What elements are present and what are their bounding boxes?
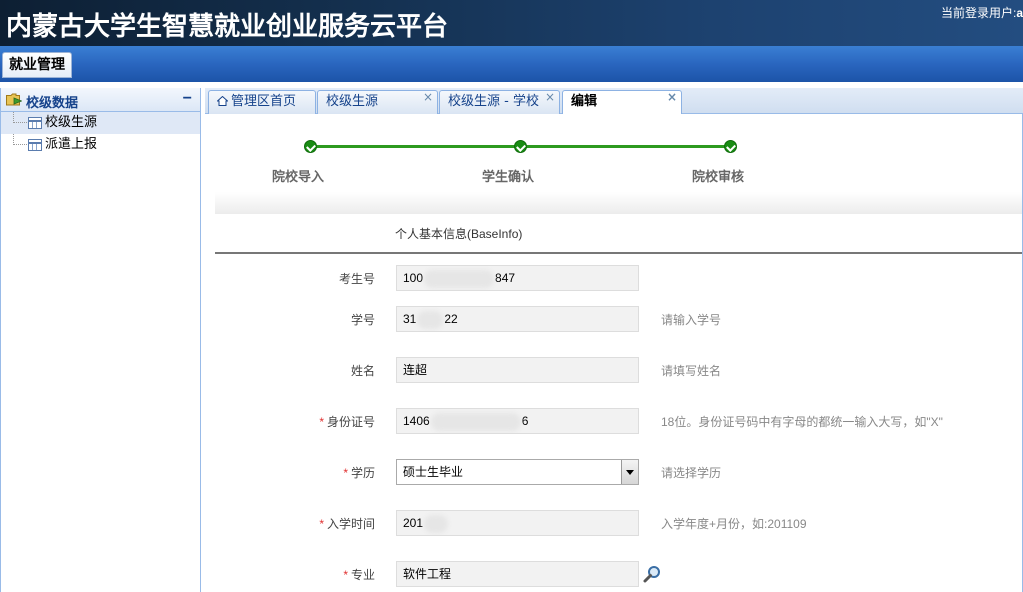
tab-school-source-school[interactable]: 校级生源 - 学校 × — [439, 90, 560, 114]
student-id-input[interactable]: 31 22 — [396, 306, 639, 332]
top-nav-bar: 就业管理 — [0, 46, 1023, 82]
field-hint: 请填写姓名 — [661, 364, 722, 378]
sidebar-item-dispatch-report[interactable]: 派遣上报 — [1, 134, 200, 156]
app-title: 内蒙古大学生智慧就业创业服务云平台 — [6, 12, 449, 42]
close-icon[interactable]: × — [545, 86, 555, 108]
field-label: 学号 — [350, 313, 375, 327]
required-mark: * — [343, 568, 348, 582]
tab-label: 校级生源 — [326, 94, 379, 109]
field-label: * 身份证号 — [319, 415, 375, 429]
section-title: 个人基本信息(BaseInfo) — [395, 227, 523, 241]
collapse-button[interactable]: − — [183, 91, 192, 107]
field-label: 考生号 — [338, 272, 375, 286]
major-input[interactable]: 软件工程 — [396, 561, 639, 587]
redacted-region — [424, 514, 449, 533]
nav-employment-management[interactable]: 就业管理 — [2, 52, 72, 78]
chevron-down-icon[interactable] — [621, 460, 638, 484]
steps-divider — [215, 192, 1023, 214]
tab-label: 校级生源 - 学校 — [448, 94, 539, 109]
form-row-id-card: * 身份证号 1406 6 18位。身份证号码中有字母的都统一输入大写，如"X" — [215, 408, 1023, 434]
step-done-icon — [724, 140, 737, 153]
form-row-enrollment-time: * 入学时间 201 入学年度+月份，如:201109 — [215, 510, 1023, 536]
tab-school-source[interactable]: 校级生源 × — [317, 90, 438, 114]
form-row-education: * 学历 硕士生毕业 请选择学历 — [215, 459, 1023, 485]
form-row-name: 姓名 连超 请填写姓名 — [215, 357, 1023, 383]
form-row-major: * 专业 软件工程 — [215, 561, 1023, 587]
field-hint: 18位。身份证号码中有字母的都统一输入大写，如"X" — [661, 415, 943, 429]
step-label-student-confirm: 学生确认 — [482, 170, 535, 185]
education-select[interactable]: 硕士生毕业 — [396, 459, 639, 485]
step-done-icon — [304, 140, 317, 153]
redacted-region — [424, 269, 495, 288]
sidebar: 校级数据 − 校级生源 派遣上报 — [0, 88, 201, 592]
sidebar-header: 校级数据 − — [1, 88, 200, 112]
step-label-school-review: 院校审核 — [692, 170, 745, 185]
close-icon[interactable]: × — [667, 86, 677, 108]
tree-connector — [13, 134, 27, 145]
step-label-import: 院校导入 — [272, 170, 325, 185]
field-hint: 请输入学号 — [661, 313, 722, 327]
home-icon — [217, 96, 228, 106]
close-icon[interactable]: × — [423, 86, 433, 108]
tab-edit[interactable]: 编辑 × — [562, 90, 682, 115]
current-user-info: 当前登录用户:a — [941, 4, 1023, 21]
name-input[interactable]: 连超 — [396, 357, 639, 383]
redacted-region — [430, 412, 521, 431]
field-hint: 请选择学历 — [661, 466, 722, 480]
enrollment-time-input[interactable]: 201 — [396, 510, 639, 536]
tab-label: 编辑 — [571, 94, 598, 109]
field-label: * 学历 — [343, 466, 375, 480]
current-user-value: a — [1016, 6, 1023, 20]
field-hint: 入学年度+月份，如:201109 — [661, 517, 807, 531]
magnifier-icon[interactable] — [642, 564, 662, 584]
sidebar-item-label: 派遣上报 — [45, 137, 98, 152]
id-card-input[interactable]: 1406 6 — [396, 408, 639, 434]
field-label: * 专业 — [343, 568, 375, 582]
step-done-icon — [514, 140, 527, 153]
required-mark: * — [319, 415, 324, 429]
exam-number-input[interactable]: 100 847 — [396, 265, 639, 291]
form-row-student-id: 学号 31 22 请输入学号 — [215, 306, 1023, 332]
main-content: 院校导入 学生确认 院校审核 个人基本信息(BaseInfo) 考生号 100 8… — [205, 114, 1023, 592]
sidebar-item-school-source[interactable]: 校级生源 — [1, 112, 200, 134]
sidebar-item-label: 校级生源 — [45, 115, 98, 130]
field-label: * 入学时间 — [319, 517, 375, 531]
current-user-label: 当前登录用户: — [940, 6, 1017, 20]
tab-admin-home[interactable]: 管理区首页 — [208, 90, 316, 114]
grid-icon — [28, 139, 42, 151]
sidebar-title: 校级数据 — [26, 96, 79, 111]
required-mark: * — [319, 517, 324, 531]
required-mark: * — [343, 466, 348, 480]
redacted-region — [417, 310, 444, 329]
form-row-exam-number: 考生号 100 847 — [215, 265, 1023, 291]
tree-connector — [13, 112, 27, 123]
tab-label: 管理区首页 — [231, 94, 297, 109]
grid-icon — [28, 117, 42, 129]
field-label: 姓名 — [350, 364, 375, 378]
app-header: 内蒙古大学生智慧就业创业服务云平台 当前登录用户:a — [0, 0, 1023, 46]
folder-icon — [6, 93, 22, 106]
tab-strip: 管理区首页 校级生源 × 校级生源 - 学校 × 编辑 × — [205, 88, 1023, 115]
section-divider — [215, 252, 1023, 254]
